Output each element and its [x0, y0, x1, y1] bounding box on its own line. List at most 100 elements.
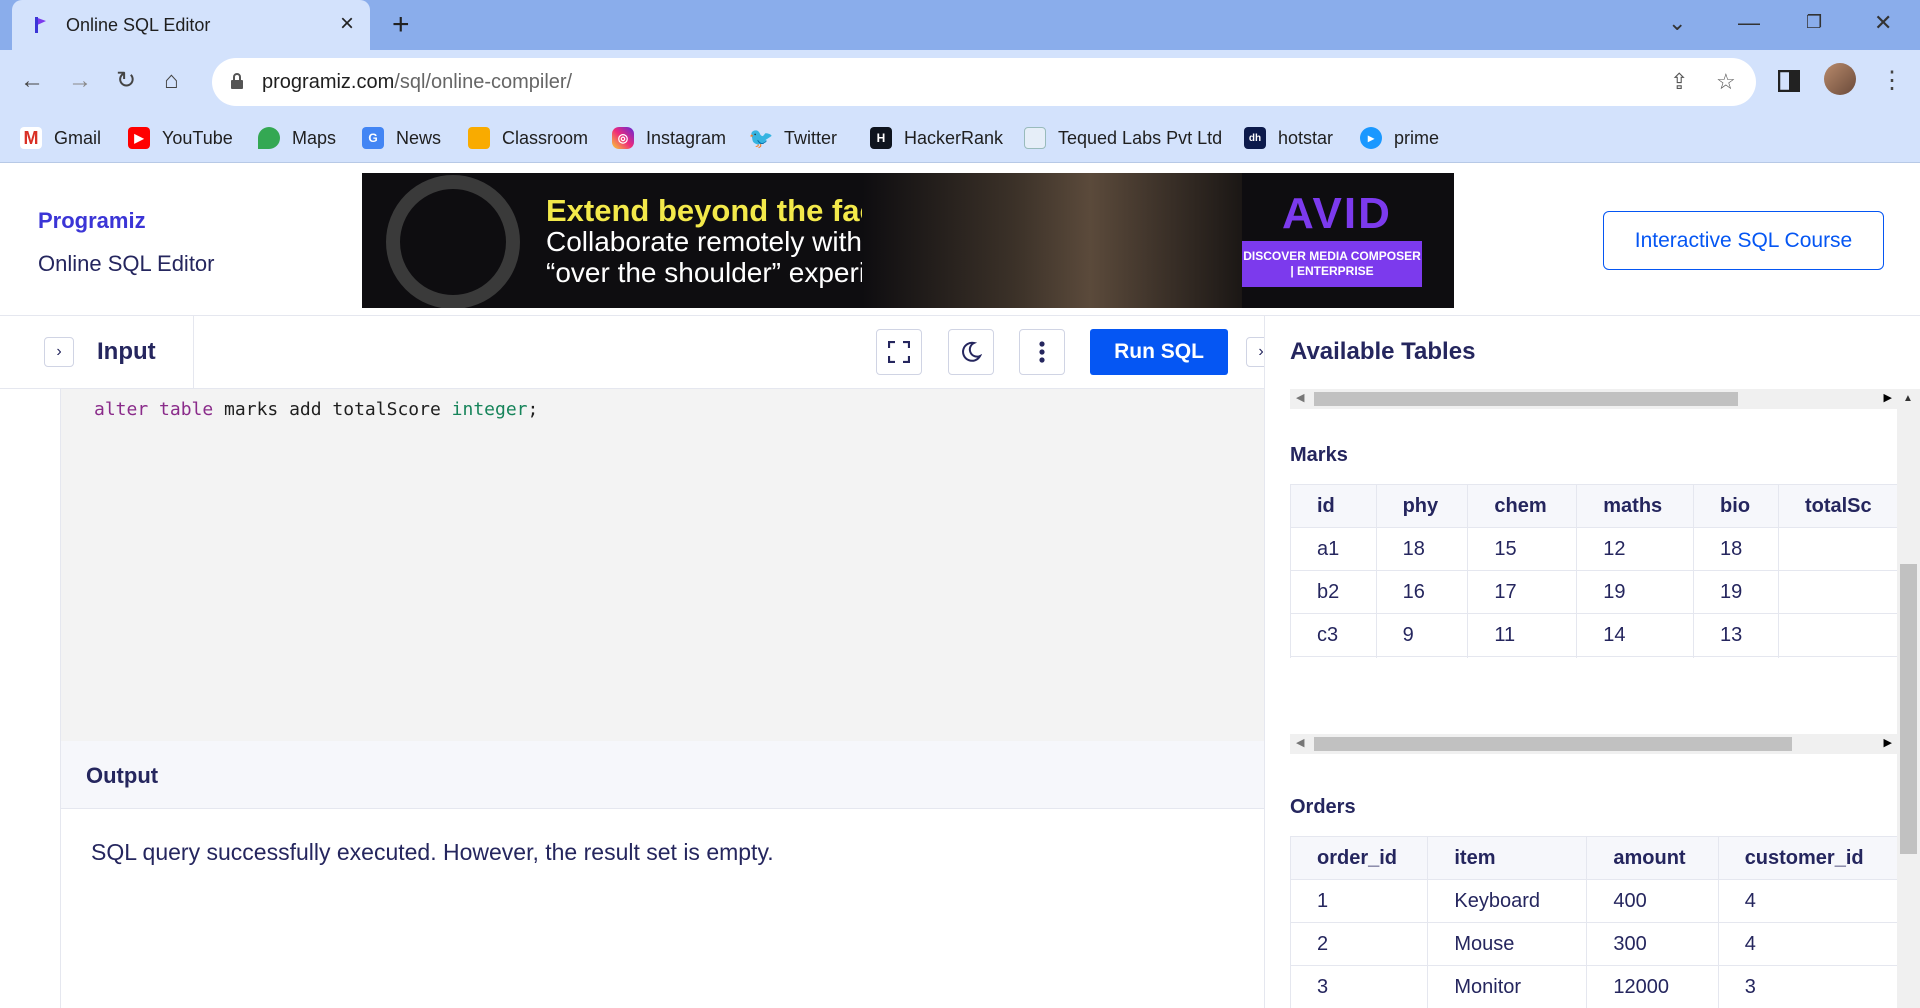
scroll-right-icon[interactable]: ▶ [1884, 391, 1892, 404]
scroll-right-icon[interactable]: ▶ [1884, 736, 1892, 749]
bookmark-maps[interactable]: Maps [258, 124, 336, 152]
table-cell: Mouse [1427, 922, 1588, 966]
table-row: 2 Mouse 300 4 [1289, 922, 1898, 966]
instagram-icon: ◎ [612, 127, 634, 149]
horizontal-scrollbar[interactable]: ◀ ▶ [1290, 389, 1898, 409]
bookmark-hackerrank[interactable]: H HackerRank [870, 124, 1003, 152]
output-header: Output [61, 741, 1264, 809]
table-row: a1 18 15 12 18 [1290, 527, 1898, 571]
table-cell: 17 [1467, 570, 1578, 614]
close-window-icon[interactable]: ✕ [1874, 10, 1892, 36]
table-row: 1 Keyboard 400 4 [1289, 879, 1898, 923]
table-cell: c3 [1290, 613, 1377, 657]
bookmark-instagram[interactable]: ◎ Instagram [612, 124, 726, 152]
page-vertical-scrollbar[interactable]: ▲ [1897, 389, 1920, 1008]
table-cell: 3 [1289, 965, 1429, 1008]
bookmark-label: Maps [292, 127, 337, 148]
twitter-icon: 🐦 [748, 127, 774, 150]
table-row: c3 9 11 14 13 [1290, 613, 1898, 657]
table-row: d51120814 [1290, 656, 1898, 658]
bookmark-label: Twitter [784, 127, 838, 148]
hotstar-icon: dh [1244, 127, 1266, 149]
table-cell: 19 [1693, 570, 1779, 614]
share-icon[interactable]: ⇪ [1670, 69, 1688, 95]
scroll-left-icon[interactable]: ◀ [1296, 391, 1304, 404]
side-panel-icon[interactable] [1778, 70, 1800, 92]
bookmark-tequed[interactable]: Tequed Labs Pvt Ltd [1024, 124, 1222, 152]
expand-sidebar-icon[interactable]: › [44, 337, 74, 367]
table-cell: 4 [1717, 879, 1898, 923]
code-keyword: table [159, 399, 214, 420]
new-tab-icon[interactable]: + [392, 10, 410, 40]
bookmark-gmail[interactable]: M Gmail [20, 124, 101, 152]
news-icon: G [362, 127, 384, 149]
banner-line2: Collaborate remotely with an [546, 226, 901, 257]
chrome-menu-icon[interactable]: ⋮ [1880, 68, 1904, 94]
table-cell: 9 [1375, 613, 1469, 657]
horizontal-scrollbar[interactable]: ◀ ▶ [1290, 734, 1898, 754]
restore-icon[interactable]: ❐ [1806, 12, 1822, 33]
site-header: Programiz Online SQL Editor Extend beyon… [0, 163, 1920, 316]
run-sql-button[interactable]: Run SQL [1090, 329, 1228, 375]
table-name-orders: Orders [1290, 796, 1356, 818]
maps-icon [258, 127, 280, 149]
programiz-favicon-icon [35, 17, 46, 33]
browser-toolbar: ← → ↻ ⌂ programiz.com/sql/online-compile… [0, 50, 1920, 114]
table-cell: Keyboard [1427, 879, 1588, 923]
back-icon[interactable]: ← [20, 68, 44, 94]
banner-cta[interactable]: DISCOVER MEDIA COMPOSER | ENTERPRISE [1242, 241, 1422, 287]
forward-icon[interactable]: → [68, 68, 92, 94]
table-cell [1777, 527, 1898, 571]
scroll-left-icon[interactable]: ◀ [1296, 736, 1304, 749]
scroll-thumb[interactable] [1314, 737, 1792, 751]
home-icon[interactable]: ⌂ [164, 68, 179, 94]
interactive-sql-course-button[interactable]: Interactive SQL Course [1603, 211, 1884, 270]
tab-search-icon[interactable]: ⌄ [1668, 10, 1686, 36]
code-text: ; [527, 399, 539, 420]
reload-icon[interactable]: ↻ [116, 68, 136, 94]
scroll-thumb[interactable] [1314, 392, 1738, 406]
close-tab-icon[interactable]: × [340, 12, 354, 36]
table-cell: 12 [1576, 527, 1695, 571]
divider [193, 316, 194, 389]
fullscreen-button[interactable] [876, 329, 922, 375]
minimize-icon[interactable]: — [1738, 10, 1760, 36]
column-header: totalSc [1777, 484, 1898, 528]
input-tab[interactable]: Input [97, 338, 156, 366]
column-header: customer_id [1717, 836, 1898, 880]
code-type: integer [451, 399, 528, 420]
bookmark-youtube[interactable]: ▶ YouTube [128, 124, 233, 152]
kebab-menu-icon [1039, 341, 1045, 363]
scroll-thumb[interactable] [1900, 564, 1917, 854]
table-cell: 14 [1576, 613, 1695, 657]
bookmark-label: Instagram [646, 127, 727, 148]
column-header: item [1427, 836, 1588, 880]
dark-mode-button[interactable] [948, 329, 994, 375]
address-bar[interactable]: programiz.com/sql/online-compiler/ ⇪ ☆ [212, 58, 1756, 106]
ad-banner[interactable]: Extend beyond the facility Collaborate r… [362, 173, 1454, 308]
bookmark-label: News [396, 127, 442, 148]
table-cell: 18 [1693, 527, 1779, 571]
bookmark-prime[interactable]: ▸ prime [1360, 124, 1439, 152]
bookmark-twitter[interactable]: 🐦 Twitter [748, 124, 838, 152]
profile-avatar[interactable] [1824, 63, 1856, 95]
table-header-row: order_id item amount customer_id [1289, 836, 1898, 880]
output-panel: SQL query successfully executed. However… [61, 809, 1264, 1008]
more-options-button[interactable] [1019, 329, 1065, 375]
bookmark-news[interactable]: G News [362, 124, 441, 152]
programiz-logo[interactable]: Programiz [38, 208, 146, 234]
orders-table-viewport: order_id item amount customer_id 1 Keyboa… [1265, 836, 1898, 1008]
bookmark-classroom[interactable]: Classroom [468, 124, 588, 152]
browser-tab[interactable]: Online SQL Editor × [12, 0, 370, 50]
scroll-up-icon[interactable]: ▲ [1903, 393, 1913, 404]
bookmark-label: hotstar [1278, 127, 1334, 148]
bookmarks-bar: M Gmail ▶ YouTube Maps G News Classroom ◎ In… [0, 114, 1920, 163]
bookmark-hotstar[interactable]: dh hotstar [1244, 124, 1333, 152]
code-editor[interactable]: alter table marks add totalScore integer… [61, 389, 1264, 741]
bookmark-star-icon[interactable]: ☆ [1716, 69, 1736, 95]
left-rail [0, 389, 61, 1008]
code-line[interactable]: alter table marks add totalScore integer… [94, 399, 538, 420]
film-reel-icon [386, 175, 520, 308]
code-keyword: alter [94, 399, 149, 420]
table-cell: 13 [1693, 613, 1779, 657]
